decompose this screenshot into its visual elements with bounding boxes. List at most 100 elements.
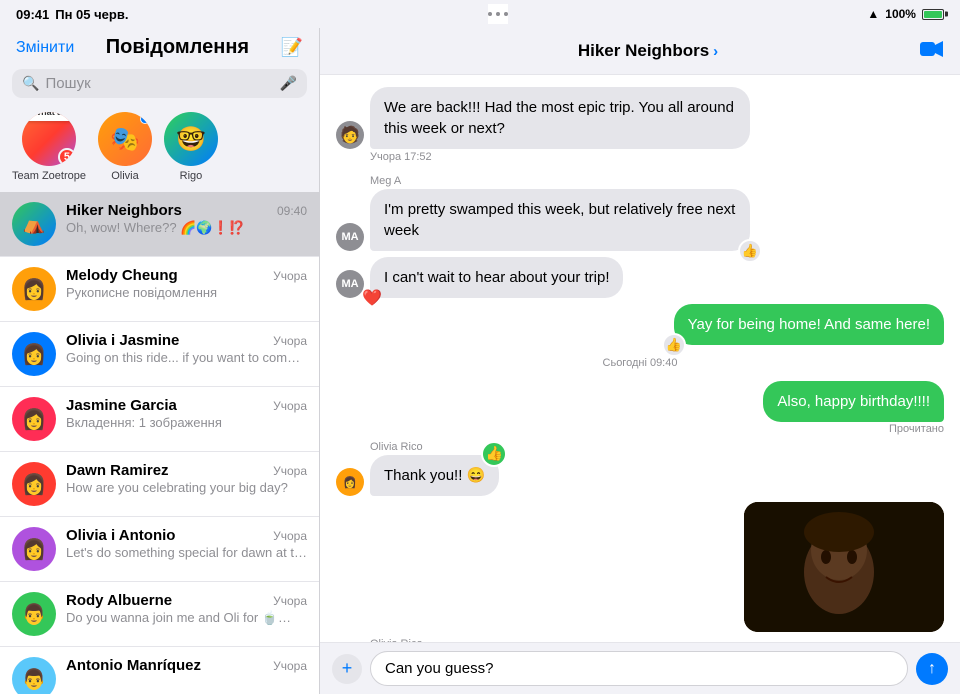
speech-bubble: 🤩 What a lovely day, sunshine! <box>22 112 76 121</box>
conv-preview-dawn: How are you celebrating your big day? <box>66 480 307 495</box>
message-1: 🧑 We are back!!! Had the most epic trip.… <box>336 87 944 169</box>
conv-time-jasmine: Учора <box>273 399 307 413</box>
conv-item-antonio[interactable]: 👨 Antonio Manríquez Учора <box>0 647 319 694</box>
avatar-label-olivia: Olivia <box>111 170 139 182</box>
conv-item-rody[interactable]: 👨 Rody Albuerne Учора Do you wanna join … <box>0 582 319 647</box>
conv-content-dawn: Dawn Ramirez Учора How are you celebrati… <box>66 462 307 495</box>
conv-preview-rody: Do you wanna join me and Oli for 🍵☕🥐 bre… <box>66 610 307 626</box>
bubble-3: I can't wait to hear about your trip! ❤️ <box>370 257 623 298</box>
image-message-8[interactable] <box>744 502 944 632</box>
conv-time-rody: Учора <box>273 594 307 608</box>
chat-title: Hiker Neighbors <box>578 41 709 61</box>
conv-avatar-jasmine: 👩 <box>12 397 56 441</box>
chat-header: Hiker Neighbors › <box>320 28 960 75</box>
right-panel: Hiker Neighbors › 🧑 We are back!!! Had t… <box>320 28 960 694</box>
conv-item-olivia-antonio[interactable]: 👩 Olivia i Antonio Учора Let's do someth… <box>0 517 319 582</box>
conv-avatar-antonio: 👨 <box>12 657 56 694</box>
bubble-2: I'm pretty swamped this week, but relati… <box>370 189 750 251</box>
sender-name-2: Meg A <box>370 175 401 187</box>
avatar-label-team: Team Zoetrope <box>12 170 86 182</box>
avatar-badge: 5 <box>58 148 76 166</box>
avatar-small-mega-2: MA <box>336 270 364 298</box>
send-button[interactable]: ↑ <box>916 653 948 685</box>
conv-name-rody: Rody Albuerne <box>66 592 172 609</box>
compose-button[interactable]: 📝 <box>281 37 303 58</box>
message-3: MA I can't wait to hear about your trip!… <box>336 257 944 298</box>
heart-reaction-3: ❤️ <box>362 288 382 310</box>
timestamp-1: Учора 17:52 <box>370 151 432 163</box>
mic-icon: 🎤 <box>280 75 297 92</box>
avatar-label-rigo: Rigo <box>180 170 203 182</box>
avatar-online-dot <box>140 114 150 124</box>
conv-content-olivia-antonio: Olivia i Antonio Учора Let's do somethin… <box>66 527 307 560</box>
search-placeholder: Пошук <box>45 75 273 92</box>
conv-avatar-melody: 👩 <box>12 267 56 311</box>
conv-content-melody: Melody Cheung Учора Рукописне повідомлен… <box>66 267 307 300</box>
left-header: Змінити Повідомлення 📝 <box>0 28 319 65</box>
conv-avatar-olivia-antonio: 👩 <box>12 527 56 571</box>
chat-input[interactable] <box>370 651 908 686</box>
status-icons: ▲ 100% <box>867 7 944 21</box>
chat-title-area[interactable]: Hiker Neighbors › <box>578 41 718 61</box>
conv-time-olivia-jasmine: Учора <box>273 334 307 348</box>
conv-content-olivia-jasmine: Olivia i Jasmine Учора Going on this rid… <box>66 332 307 365</box>
status-bar: 09:41 Пн 05 черв. ▲ 100% <box>0 0 960 28</box>
video-call-button[interactable] <box>920 38 944 64</box>
message-2: Meg A MA I'm pretty swamped this week, b… <box>336 175 944 251</box>
messages-title: Повідомлення <box>106 36 249 59</box>
conv-name-dawn: Dawn Ramirez <box>66 462 169 479</box>
plus-button[interactable]: + <box>332 654 362 684</box>
status-day: Пн 05 черв. <box>55 7 128 22</box>
conv-item-hiker[interactable]: ⛺ Hiker Neighbors 09:40 Oh, wow! Where??… <box>0 192 319 257</box>
conv-content-rody: Rody Albuerne Учора Do you wanna join me… <box>66 592 307 626</box>
conv-avatar-rody: 👨 <box>12 592 56 636</box>
timestamp-today: Сьогодні 09:40 <box>603 357 678 369</box>
conv-time-melody: Учора <box>273 269 307 283</box>
conv-name-melody: Melody Cheung <box>66 267 178 284</box>
conv-preview-olivia-jasmine: Going on this ride... if you want to com… <box>66 350 307 365</box>
battery-icon <box>922 9 944 20</box>
conv-name-olivia-jasmine: Olivia i Jasmine <box>66 332 179 349</box>
chat-messages: 🧑 We are back!!! Had the most epic trip.… <box>320 75 960 642</box>
conv-item-dawn[interactable]: 👩 Dawn Ramirez Учора How are you celebra… <box>0 452 319 517</box>
conv-preview-olivia-antonio: Let's do something special for dawn at t… <box>66 545 307 560</box>
message-6: Also, happy birthday!!!! Прочитано <box>336 381 944 435</box>
conv-item-jasmine[interactable]: 👩 Jasmine Garcia Учора Вкладення: 1 зобр… <box>0 387 319 452</box>
search-bar[interactable]: 🔍 Пошук 🎤 <box>12 69 307 98</box>
conv-content-jasmine: Jasmine Garcia Учора Вкладення: 1 зображ… <box>66 397 307 430</box>
avatar-rigo: 🤓 <box>164 112 218 166</box>
conv-time-olivia-antonio: Учора <box>273 529 307 543</box>
bubble-6: Also, happy birthday!!!! <box>763 381 944 422</box>
dots-top <box>488 4 508 24</box>
edit-button[interactable]: Змінити <box>16 39 74 57</box>
conv-time-antonio: Учора <box>273 659 307 673</box>
avatar-olivia: 🎭 <box>98 112 152 166</box>
message-7: Olivia Rico 👩 Thank you!! 😄 👍 <box>336 441 944 496</box>
conv-preview-melody: Рукописне повідомлення <box>66 285 307 300</box>
thumbs-reaction-4: 👍 <box>662 333 686 357</box>
conv-item-melody[interactable]: 👩 Melody Cheung Учора Рукописне повідомл… <box>0 257 319 322</box>
avatar-item-team[interactable]: 🤩 What a lovely day, sunshine! 5 Team Zo… <box>12 112 86 182</box>
avatar-item-olivia[interactable]: 🎭 Olivia <box>98 112 152 182</box>
avatar-item-rigo[interactable]: 🤓 Rigo <box>164 112 218 182</box>
message-4: Yay for being home! And same here! 👍 <box>336 304 944 345</box>
avatar-small-olivia: 👩 <box>336 468 364 496</box>
conv-name-antonio: Antonio Manríquez <box>66 657 201 674</box>
chevron-right-icon: › <box>713 43 718 60</box>
avatar-team: 🤩 What a lovely day, sunshine! 5 <box>22 112 76 166</box>
conv-avatar-hiker: ⛺ <box>12 202 56 246</box>
left-panel: Змінити Повідомлення 📝 🔍 Пошук 🎤 🤩 What … <box>0 28 320 694</box>
battery-percent: 100% <box>885 7 916 21</box>
conv-name-jasmine: Jasmine Garcia <box>66 397 177 414</box>
conv-avatar-dawn: 👩 <box>12 462 56 506</box>
conv-name-hiker: Hiker Neighbors <box>66 202 182 219</box>
avatar-small-mega: MA <box>336 223 364 251</box>
conv-name-olivia-antonio: Olivia i Antonio <box>66 527 175 544</box>
conv-time-hiker: 09:40 <box>277 204 307 218</box>
avatar-small-anon: 🧑 <box>336 121 364 149</box>
sender-name-7: Olivia Rico <box>370 441 423 453</box>
conv-item-olivia-jasmine[interactable]: 👩 Olivia i Jasmine Учора Going on this r… <box>0 322 319 387</box>
search-icon: 🔍 <box>22 75 39 92</box>
bubble-4: Yay for being home! And same here! 👍 <box>674 304 944 345</box>
image-face <box>744 502 944 632</box>
